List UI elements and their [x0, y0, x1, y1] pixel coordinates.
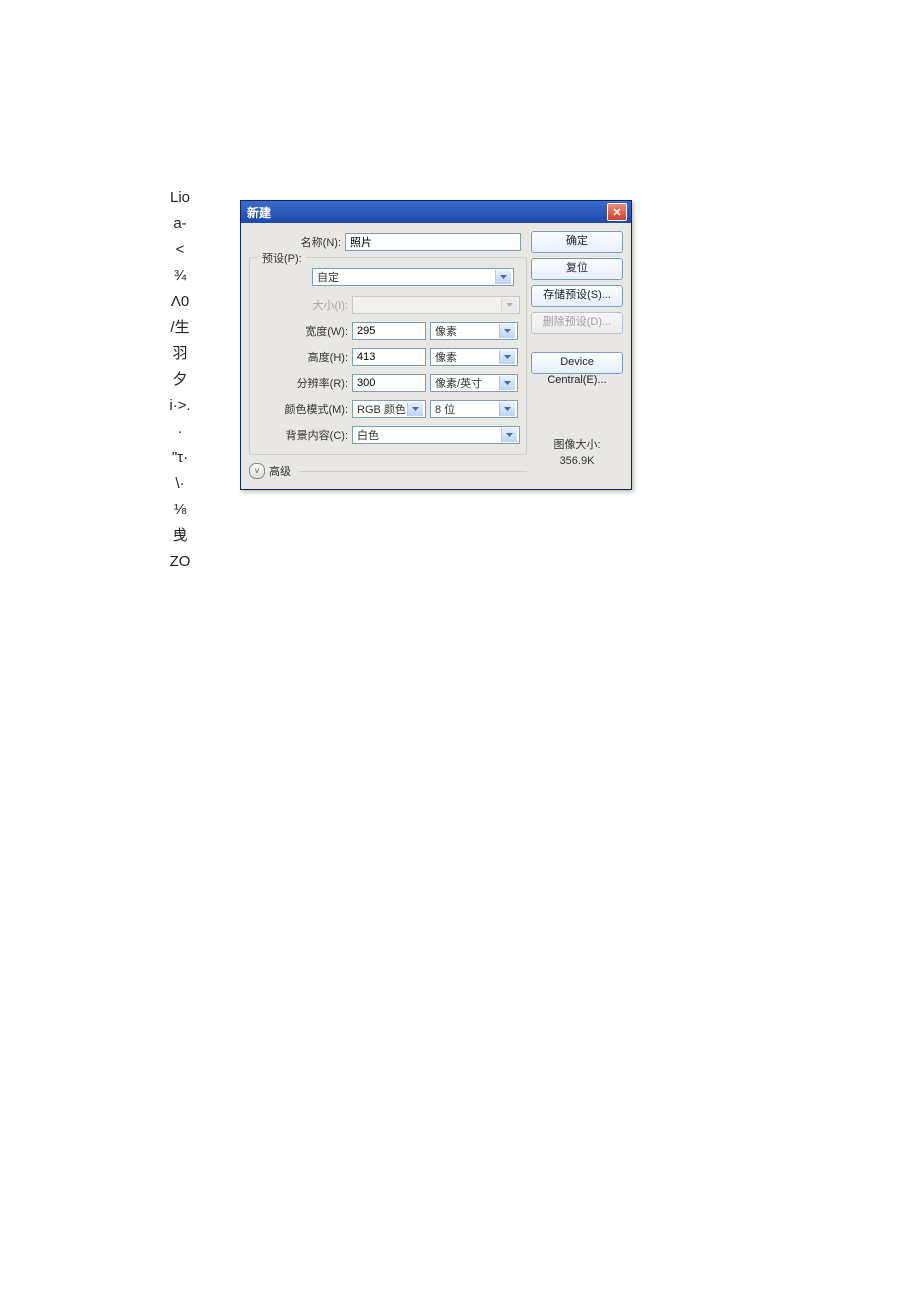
- bg-content-value: 白色: [357, 427, 501, 443]
- chevron-down-icon: [407, 402, 423, 416]
- device-central-button[interactable]: Device Central(E)...: [531, 352, 623, 374]
- stray-text: /生: [150, 315, 210, 341]
- stray-text: Lio: [150, 185, 210, 211]
- save-preset-button[interactable]: 存储预设(S)...: [531, 285, 623, 307]
- stray-text: Λ0: [150, 289, 210, 315]
- advanced-row: ˅ 高级: [249, 463, 527, 479]
- chevron-down-icon: ˅: [254, 466, 259, 476]
- stray-text-column: Lio a- < ¾ Λ0 /生 羽 夕 i·>. · "τ· \· ⅛ 曵 Z…: [150, 185, 210, 575]
- resolution-input[interactable]: [352, 374, 426, 392]
- name-label: 名称(N):: [249, 234, 345, 250]
- delete-preset-button: 删除预设(D)...: [531, 312, 623, 334]
- stray-text: ·: [150, 419, 210, 445]
- chevron-down-icon: [501, 298, 517, 312]
- close-button[interactable]: ✕: [607, 203, 627, 221]
- dialog-title: 新建: [247, 204, 607, 221]
- size-select: [352, 296, 520, 314]
- width-label: 宽度(W):: [256, 323, 352, 339]
- advanced-toggle[interactable]: ˅: [249, 463, 265, 479]
- name-input[interactable]: [345, 233, 521, 251]
- reset-button[interactable]: 复位: [531, 258, 623, 280]
- height-label: 高度(H):: [256, 349, 352, 365]
- chevron-down-icon: [499, 350, 515, 364]
- chevron-down-icon: [499, 376, 515, 390]
- width-unit-value: 像素: [435, 323, 499, 339]
- chevron-down-icon: [501, 428, 517, 442]
- stray-text: ⅛: [150, 497, 210, 523]
- image-size-label: 图像大小:: [535, 437, 619, 453]
- color-mode-value: RGB 颜色: [357, 401, 407, 417]
- preset-value: 自定: [317, 269, 495, 285]
- image-size-value: 356.9K: [535, 453, 619, 469]
- preset-legend: 预设(P):: [258, 250, 306, 266]
- image-size-info: 图像大小: 356.9K: [535, 437, 619, 469]
- titlebar[interactable]: 新建 ✕: [241, 201, 631, 223]
- bit-depth-value: 8 位: [435, 401, 499, 417]
- height-input[interactable]: [352, 348, 426, 366]
- bit-depth-select[interactable]: 8 位: [430, 400, 518, 418]
- chevron-down-icon: [495, 270, 511, 284]
- color-mode-label: 颜色模式(M):: [256, 401, 352, 417]
- stray-text: "τ·: [150, 445, 210, 471]
- height-unit-value: 像素: [435, 349, 499, 365]
- stray-text: i·>.: [150, 393, 210, 419]
- height-unit-select[interactable]: 像素: [430, 348, 518, 366]
- stray-text: 夕: [150, 367, 210, 393]
- width-input[interactable]: [352, 322, 426, 340]
- ok-button[interactable]: 确定: [531, 231, 623, 253]
- stray-text: a-: [150, 211, 210, 237]
- form-area: 名称(N): 预设(P): 自定 大小(I):: [249, 231, 527, 479]
- stray-text: <: [150, 237, 210, 263]
- stray-text: 羽: [150, 341, 210, 367]
- advanced-label: 高级: [269, 463, 291, 479]
- stray-text: ZO: [150, 549, 210, 575]
- preset-select[interactable]: 自定: [312, 268, 514, 286]
- color-mode-select[interactable]: RGB 颜色: [352, 400, 426, 418]
- chevron-down-icon: [499, 402, 515, 416]
- width-unit-select[interactable]: 像素: [430, 322, 518, 340]
- close-icon: ✕: [612, 206, 621, 219]
- resolution-label: 分辨率(R):: [256, 375, 352, 391]
- bg-content-select[interactable]: 白色: [352, 426, 520, 444]
- chevron-down-icon: [499, 324, 515, 338]
- new-document-dialog: 新建 ✕ 确定 复位 存储预设(S)... 删除预设(D)... Device …: [240, 200, 632, 490]
- size-label: 大小(I):: [256, 297, 352, 313]
- stray-text: ¾: [150, 263, 210, 289]
- stray-text: \·: [150, 471, 210, 497]
- preset-label: 预设(P):: [262, 253, 302, 265]
- divider: [299, 471, 527, 472]
- stray-text: 曵: [150, 523, 210, 549]
- button-column: 确定 复位 存储预设(S)... 删除预设(D)... Device Centr…: [531, 231, 623, 374]
- bg-content-label: 背景内容(C):: [256, 427, 352, 443]
- resolution-unit-select[interactable]: 像素/英寸: [430, 374, 518, 392]
- preset-group: 预设(P): 自定 大小(I):: [249, 257, 527, 455]
- resolution-unit-value: 像素/英寸: [435, 375, 499, 391]
- dialog-body: 确定 复位 存储预设(S)... 删除预设(D)... Device Centr…: [241, 223, 631, 489]
